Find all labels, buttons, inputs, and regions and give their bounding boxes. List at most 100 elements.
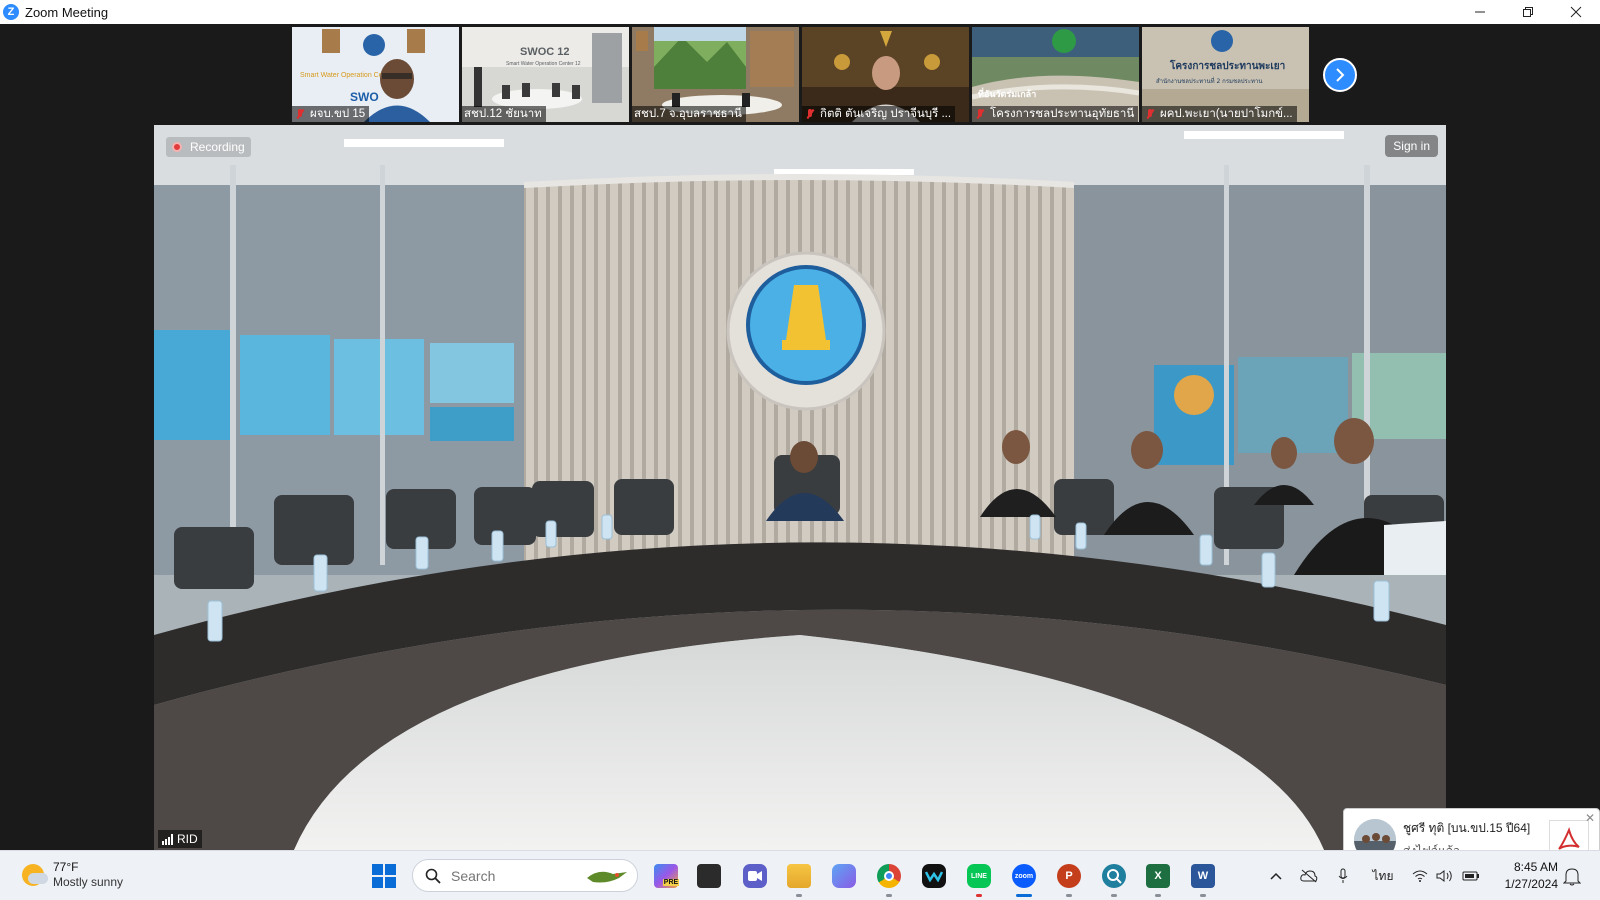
running-indicator [1111,894,1117,897]
muted-mic-icon [1144,108,1156,120]
weather-widget[interactable]: 77°F Mostly sunny [22,860,123,890]
participant-thumbnail[interactable]: สชป.7 จ.อุบลราชธานี [632,27,799,122]
main-video[interactable]: Recording Sign in RID [154,125,1446,850]
chevron-right-icon [1336,68,1345,82]
microphone-icon[interactable] [1333,866,1353,886]
participant-name: สชป.12 ชัยนาท [464,108,542,120]
muted-mic-icon [974,108,986,120]
start-button[interactable] [372,864,396,888]
webex-icon[interactable] [922,864,946,888]
teams-icon[interactable] [743,864,767,888]
participant-name-label: สชป.7 จ.อุบลราชธานี [632,106,746,122]
participant-name: โครงการชลประทานอุทัยธานี [990,108,1135,120]
clock-date: 1/27/2024 [1504,877,1558,891]
line-icon[interactable]: LINE [967,864,991,897]
thumb1-sign-big: SWO [350,90,379,104]
running-indicator [886,894,892,897]
participant-name-label: ผจบ.ขป 15 [292,106,370,122]
meeting-area: Smart Water Operation Center 15 SWO ผจบ.… [0,24,1600,871]
participant-name: ผจบ.ขป 15 [310,108,366,120]
window-controls [1456,0,1600,24]
title-bar: Z Zoom Meeting [0,0,1600,24]
powerpoint-icon[interactable]: P [1057,864,1081,897]
partly-sunny-icon [22,864,48,886]
search-highlight-bird-icon [587,871,627,883]
participant-thumbnail[interactable]: ที่อันวัดร่มเกล้า โครงการชลประทานอุทัยธา… [972,27,1139,122]
chrome-icon[interactable] [877,864,901,897]
participant-name-label: โครงการชลประทานอุทัยธานี [972,106,1139,122]
notification-bell-icon[interactable] [1563,866,1581,886]
thumb5-sign-text: ที่อันวัดร่มเกล้า [978,87,1036,99]
sign-in-button[interactable]: Sign in [1385,135,1438,157]
copilot-badge: PRE [662,878,680,886]
active-indicator [1016,894,1032,897]
zoom-logo-icon: Z [3,4,19,20]
word-label: W [1197,870,1209,882]
participant-name-label: ผคป.พะเยา(นายปาโมกข์... [1142,106,1297,122]
thumb6-sign-text: โครงการชลประทานพะเยา [1169,59,1285,72]
restore-icon[interactable] [1504,0,1552,24]
search-input[interactable] [451,867,581,884]
wifi-icon[interactable] [1410,866,1430,886]
recording-dot-icon [172,142,182,152]
running-indicator [796,894,802,897]
running-indicator [976,894,982,897]
language-indicator[interactable]: ไทย [1371,866,1395,886]
windows-taskbar: 77°F Mostly sunny PRE LINE zoom P [0,850,1600,900]
file-explorer-icon[interactable] [787,864,811,897]
running-indicator [1200,894,1206,897]
recording-indicator: Recording [166,137,251,157]
battery-icon[interactable] [1461,866,1481,886]
participant-name-label: กิตติ ตันเจริญ ปราจีนบุรี ... [802,106,956,122]
search-icon [425,868,441,884]
speaker-name: RID [177,832,198,846]
next-page-button[interactable] [1323,58,1357,92]
copilot-icon[interactable]: PRE [654,864,680,888]
recording-label: Recording [190,140,245,154]
system-clock[interactable]: 8:45 AM 1/27/2024 [1482,859,1558,893]
muted-mic-icon [804,108,816,120]
close-notification-icon[interactable]: ✕ [1585,811,1595,825]
participant-name: สชป.7 จ.อุบลราชธานี [634,108,742,120]
task-view-icon[interactable] [697,864,721,888]
zoom-label: zoom [1014,872,1034,880]
cloud-offline-icon[interactable] [1299,866,1319,886]
running-indicator [1155,894,1161,897]
chevron-up-icon[interactable] [1266,866,1286,886]
close-icon[interactable] [1552,0,1600,24]
muted-mic-icon [294,108,306,120]
participant-thumbnail[interactable]: โครงการชลประทานพะเยา สำนักงานชลประทานที่… [1142,27,1309,122]
word-icon[interactable]: W [1191,864,1215,897]
participant-thumbnail[interactable]: Smart Water Operation Center 15 SWO ผจบ.… [292,27,459,122]
participant-name: กิตติ ตันเจริญ ปราจีนบุรี ... [820,108,952,120]
window-title: Zoom Meeting [25,4,109,20]
weather-text: 77°F Mostly sunny [53,860,123,890]
copilot-app-icon[interactable] [832,864,856,888]
volume-icon[interactable] [1435,866,1455,886]
speaker-name-label: RID [158,830,202,848]
thumb2-sign-text: SWOC 12 [520,46,570,58]
taskbar-search[interactable] [412,859,638,892]
running-indicator [1066,894,1072,897]
weather-temp: 77°F [53,860,79,874]
search-app-icon[interactable] [1102,864,1126,897]
line-label: LINE [971,872,987,880]
powerpoint-label: P [1065,870,1073,882]
zoom-window: Z Zoom Meeting Smart Water Operation Cen… [0,0,1600,900]
notification-sender: ชูศรี ทุติ [บน.ขป.15 ปี64] [1403,820,1531,835]
participant-thumbnail[interactable]: SWOC 12 Smart Water Operation Center 12 … [462,27,629,122]
thumb2-sign-sub: Smart Water Operation Center 12 [506,61,581,67]
minimize-icon[interactable] [1456,0,1504,24]
conference-room-scene [154,125,1446,850]
zoom-icon[interactable]: zoom [1012,864,1036,897]
clock-time: 8:45 AM [1513,860,1558,874]
thumb6-sign-sub: สำนักงานชลประทานที่ 2 กรมชลประทาน [1156,77,1262,85]
participant-name-label: สชป.12 ชัยนาท [462,106,546,122]
participant-name: ผคป.พะเยา(นายปาโมกข์... [1160,108,1293,120]
excel-icon[interactable]: X [1146,864,1170,897]
connection-strength-icon [162,833,173,845]
weather-desc: Mostly sunny [53,875,124,889]
excel-label: X [1154,870,1162,882]
participant-thumbnail[interactable]: กิตติ ตันเจริญ ปราจีนบุรี ... [802,27,969,122]
participant-strip: Smart Water Operation Center 15 SWO ผจบ.… [292,27,1309,122]
